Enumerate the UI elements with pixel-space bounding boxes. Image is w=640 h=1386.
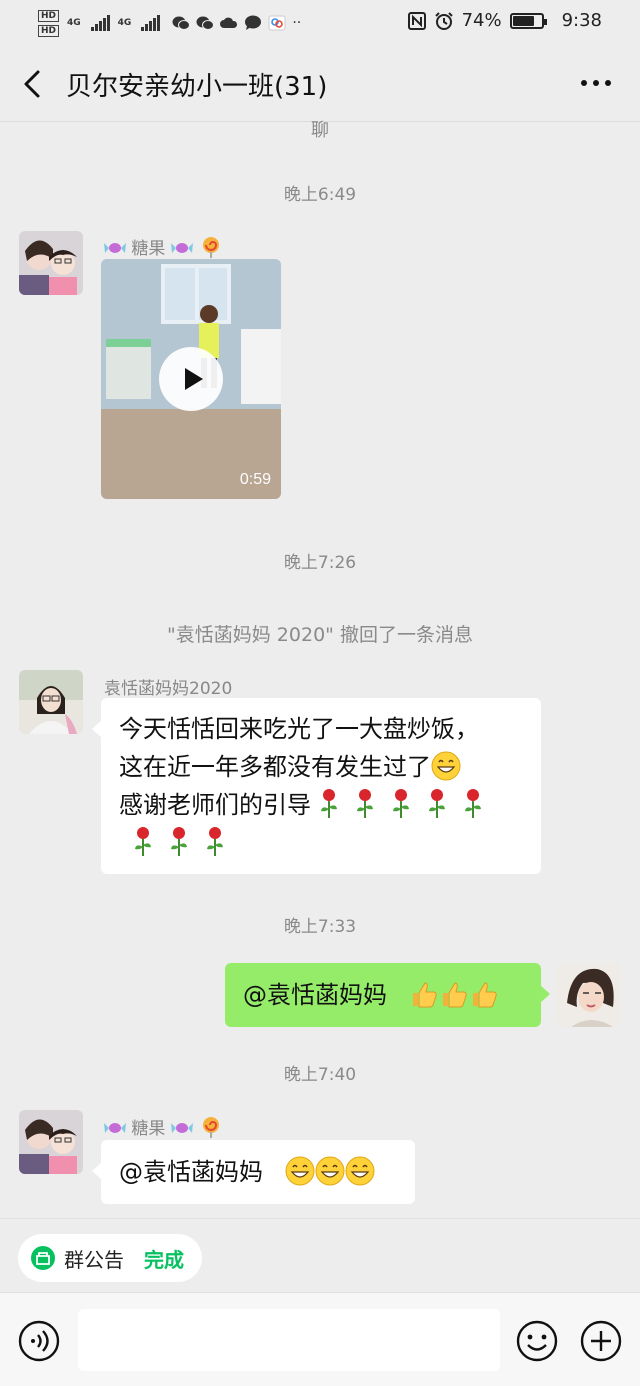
rose-emoji-icon xyxy=(429,789,445,818)
message-line: 感谢老师们的引导 xyxy=(119,791,311,819)
network-type-2: 4G xyxy=(117,18,132,28)
rose-emoji-icon xyxy=(465,789,481,818)
avatar-photo xyxy=(19,1110,83,1174)
message-bubble[interactable]: @袁恬菡妈妈 xyxy=(92,1140,415,1204)
play-button[interactable] xyxy=(159,347,223,411)
clock: 9:38 xyxy=(561,10,602,31)
sender-name: 糖果 xyxy=(131,239,166,259)
voice-input-icon[interactable] xyxy=(18,1320,60,1362)
done-button[interactable]: 完成 xyxy=(144,1244,184,1273)
sender-name: 袁恬菡妈妈2020 xyxy=(104,679,233,699)
group-notice-bar[interactable]: 群公告 完成 xyxy=(18,1234,202,1282)
lollipop-icon xyxy=(203,237,220,258)
nfc-icon xyxy=(407,11,426,30)
message-text: @袁恬菡妈妈 xyxy=(243,981,387,1009)
emoji-row xyxy=(285,1156,375,1186)
rose-emoji-icon xyxy=(393,789,409,818)
notice-icon xyxy=(31,1246,55,1270)
avatar[interactable] xyxy=(19,231,83,295)
chat-header: 贝尔安亲幼小一班(31) xyxy=(0,46,640,122)
message-input[interactable] xyxy=(78,1309,500,1371)
wechat-notification-icon xyxy=(172,16,191,30)
status-bar-right: 74% 9:38 xyxy=(407,10,602,31)
message-line-with-emoji: 这在近一年多都没有发生过了 xyxy=(119,748,523,786)
alarm-icon xyxy=(434,11,453,30)
avatar-photo xyxy=(19,670,83,734)
wechat-notification-icon xyxy=(196,16,215,30)
signal-icon xyxy=(90,15,110,31)
hd-badge-2: HD xyxy=(38,24,60,37)
avatar[interactable] xyxy=(19,1110,83,1174)
avatar-photo xyxy=(19,231,83,295)
emoji-picker-icon[interactable] xyxy=(516,1320,558,1362)
network-type-1: 4G xyxy=(67,18,81,28)
message-line: 今天恬恬回来吃光了一大盘炒饭， xyxy=(119,715,479,743)
status-bar: HD HD 4G 4G ·· 74% 9:38 xyxy=(0,0,640,46)
partial-system-text: 聊 xyxy=(311,120,329,141)
app-notification-icon xyxy=(268,15,286,31)
thumbs-up-emoji-icon xyxy=(412,982,437,1008)
avatar[interactable] xyxy=(19,670,83,734)
candy-icon xyxy=(170,1123,193,1133)
battery-percent: 74% xyxy=(461,10,502,31)
group-notice-label: 群公告 xyxy=(64,1247,124,1272)
cloud-icon xyxy=(220,17,238,28)
hd-badge-1: HD xyxy=(38,9,60,22)
timestamp: 晚上7:26 xyxy=(283,553,357,573)
more-options-icon[interactable] xyxy=(578,68,614,98)
sender-name-row: 糖果 xyxy=(104,234,222,259)
grin-emoji-icon xyxy=(285,1156,315,1186)
message-line: 这在近一年多都没有发生过了 xyxy=(119,753,431,781)
plus-icon[interactable] xyxy=(580,1320,622,1362)
status-bar-left: HD HD 4G 4G ·· xyxy=(38,6,301,40)
timestamp: 晚上7:33 xyxy=(283,917,357,937)
signal-icon xyxy=(141,15,161,31)
chat-title: 贝尔安亲幼小一班(31) xyxy=(66,72,328,102)
sender-name: 糖果 xyxy=(131,1119,166,1139)
thumbs-up-emoji-icon xyxy=(472,982,497,1008)
thumbs-up-emoji-icon xyxy=(442,982,467,1008)
avatar-self[interactable] xyxy=(557,963,621,1027)
grin-emoji-icon xyxy=(345,1156,375,1186)
video-message[interactable]: 0:59 xyxy=(101,259,281,499)
sender-name-row: 糖果 xyxy=(104,1114,222,1139)
message-bubble[interactable]: 今天恬恬回来吃光了一大盘炒饭， 这在近一年多都没有发生过了 感谢老师们的引导 xyxy=(92,698,541,874)
emoji-row xyxy=(409,981,499,1009)
avatar-photo xyxy=(557,963,621,1027)
rose-emoji-icon xyxy=(321,789,337,818)
message-text: @袁恬菡妈妈 xyxy=(119,1158,263,1186)
recall-notice: "袁恬菡妈妈 2020" 撤回了一条消息 xyxy=(167,624,473,646)
timestamp: 晚上7:40 xyxy=(283,1065,357,1085)
play-icon xyxy=(185,368,203,390)
rose-emoji-icon xyxy=(135,827,151,856)
battery-icon xyxy=(509,12,547,29)
back-arrow-icon[interactable] xyxy=(16,64,52,104)
message-bubble-self[interactable]: @袁恬菡妈妈 xyxy=(225,963,550,1027)
rose-emoji-icon xyxy=(357,789,373,818)
grin-emoji-icon xyxy=(315,1156,345,1186)
message-line-with-emoji: 感谢老师们的引导 xyxy=(119,786,523,824)
video-duration: 0:59 xyxy=(239,471,271,488)
input-toolbar xyxy=(0,1292,640,1386)
lollipop-icon xyxy=(203,1117,220,1138)
candy-icon xyxy=(104,1123,126,1133)
candy-icon xyxy=(104,243,126,253)
rose-emoji-icon xyxy=(171,827,187,856)
timestamp: 晚上6:49 xyxy=(283,185,357,205)
emoji-row xyxy=(125,824,523,862)
rose-emoji-icon xyxy=(207,827,223,856)
candy-icon xyxy=(170,243,193,253)
grin-emoji-icon xyxy=(431,751,461,781)
message-icon xyxy=(245,15,262,30)
hd-indicators: HD HD xyxy=(38,9,60,37)
more-notifications-icon: ·· xyxy=(292,15,302,31)
